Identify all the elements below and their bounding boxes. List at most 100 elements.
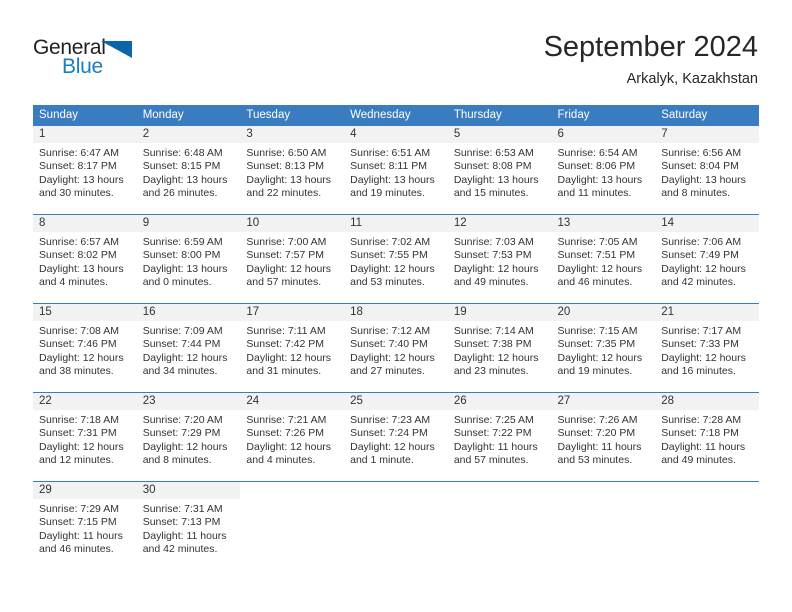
day-cell[interactable]: 8 Sunrise: 6:57 AM Sunset: 8:02 PM Daylight… — [33, 215, 137, 303]
sunrise-text: Sunrise: 6:47 AM — [39, 147, 119, 159]
day-cell[interactable]: 11 Sunrise: 7:02 AM Sunset: 7:55 PM Dayligh… — [344, 215, 448, 303]
sunset-text: Sunset: 7:57 PM — [246, 249, 325, 262]
sunset-text: Sunset: 7:40 PM — [350, 338, 428, 351]
day-cell[interactable]: 26 Sunrise: 7:25 AM Sunset: 7:22 PM Dayligh… — [447, 393, 552, 481]
day-number: 26 — [447, 393, 552, 410]
day-cell[interactable]: 25 Sunrise: 7:23 AM Sunset: 7:24 PM Dayligh… — [344, 393, 448, 481]
day-cell-empty — [655, 482, 759, 570]
day-cell[interactable]: 28 Sunrise: 7:28 AM Sunset: 7:18 PM Dayligh… — [655, 393, 759, 481]
daylight-text-line1: Daylight: 12 hours — [661, 262, 746, 275]
day-details: Sunrise: 6:59 AM Sunset: 8:00 PM Daylight:… — [137, 232, 241, 289]
day-cell[interactable]: 22 Sunrise: 7:18 AM Sunset: 7:31 PM Dayligh… — [33, 393, 137, 481]
day-details: Sunrise: 7:26 AM Sunset: 7:20 PM Daylight:… — [552, 410, 656, 467]
calendar-page: General Blue September 2024 Arkalyk, Kaz… — [0, 0, 792, 612]
day-number: 21 — [655, 304, 759, 321]
day-cell[interactable]: 12 Sunrise: 7:03 AM Sunset: 7:53 PM Dayligh… — [447, 215, 552, 303]
daylight-text-line1: Daylight: 12 hours — [453, 351, 539, 364]
daylight-text-line2: and 26 minutes. — [142, 186, 218, 199]
day-cell[interactable]: 18 Sunrise: 7:12 AM Sunset: 7:40 PM Dayligh… — [344, 304, 448, 392]
daylight-text-line2: and 49 minutes. — [661, 453, 736, 466]
sunset-text: Sunset: 7:15 PM — [39, 516, 117, 529]
daylight-text-line2: and 4 minutes. — [39, 275, 108, 288]
day-cell[interactable]: 23 Sunrise: 7:20 AM Sunset: 7:29 PM Dayligh… — [136, 393, 241, 481]
sunrise-text: Sunrise: 7:06 AM — [661, 236, 742, 248]
daylight-text-line1: Daylight: 13 hours — [661, 173, 746, 186]
sunset-text: Sunset: 7:46 PM — [39, 338, 117, 351]
sunrise-text: Sunrise: 6:53 AM — [453, 147, 534, 159]
sunset-text: Sunset: 8:04 PM — [661, 160, 739, 173]
day-cell[interactable]: 20 Sunrise: 7:15 AM Sunset: 7:35 PM Dayligh… — [551, 304, 656, 392]
day-cell[interactable]: 15 Sunrise: 7:08 AM Sunset: 7:46 PM Dayligh… — [33, 304, 137, 392]
day-cell[interactable]: 13 Sunrise: 7:05 AM Sunset: 7:51 PM Dayligh… — [551, 215, 656, 303]
daylight-text-line2: and 8 minutes. — [661, 186, 731, 199]
day-number: 30 — [136, 482, 241, 499]
daylight-text-line2: and 12 minutes. — [39, 453, 114, 466]
daylight-text-line2: and 16 minutes. — [661, 364, 736, 377]
day-details: Sunrise: 7:00 AM Sunset: 7:57 PM Daylight:… — [240, 232, 344, 289]
day-cell[interactable]: 10 Sunrise: 7:00 AM Sunset: 7:57 PM Dayligh… — [240, 215, 345, 303]
day-cell[interactable]: 21 Sunrise: 7:17 AM Sunset: 7:33 PM Dayligh… — [655, 304, 759, 392]
day-number: 13 — [551, 215, 656, 232]
daylight-text-line1: Daylight: 13 hours — [350, 173, 435, 186]
day-cell[interactable]: 27 Sunrise: 7:26 AM Sunset: 7:20 PM Dayligh… — [551, 393, 656, 481]
day-details: Sunrise: 7:06 AM Sunset: 7:49 PM Daylight:… — [655, 232, 759, 289]
day-cell[interactable]: 6 Sunrise: 6:54 AM Sunset: 8:06 PM Daylight… — [551, 126, 656, 214]
day-cell[interactable]: 16 Sunrise: 7:09 AM Sunset: 7:44 PM Dayligh… — [136, 304, 241, 392]
day-cell[interactable]: 4 Sunrise: 6:51 AM Sunset: 8:11 PM Daylight… — [344, 126, 448, 214]
calendar-cell: 3 Sunrise: 6:50 AM Sunset: 8:13 PM Daylight… — [240, 126, 345, 215]
sunrise-text: Sunrise: 6:56 AM — [661, 147, 742, 159]
sunset-text: Sunset: 7:51 PM — [557, 249, 636, 262]
day-number: 18 — [344, 304, 448, 321]
daylight-text-line1: Daylight: 12 hours — [246, 351, 332, 364]
day-details: Sunrise: 7:14 AM Sunset: 7:38 PM Daylight:… — [448, 321, 552, 378]
day-cell[interactable]: 2 Sunrise: 6:48 AM Sunset: 8:15 PM Daylight… — [136, 126, 241, 214]
daylight-text-line2: and 42 minutes. — [661, 275, 736, 288]
logo-text-blue: Blue — [62, 55, 103, 78]
day-cell[interactable]: 17 Sunrise: 7:11 AM Sunset: 7:42 PM Dayligh… — [240, 304, 345, 392]
day-details: Sunrise: 7:02 AM Sunset: 7:55 PM Daylight:… — [344, 232, 448, 289]
daylight-text-line1: Daylight: 13 hours — [39, 173, 124, 186]
day-number: 3 — [240, 126, 345, 143]
daylight-text-line2: and 19 minutes. — [350, 186, 425, 199]
daylight-text-line2: and 57 minutes. — [453, 453, 529, 466]
calendar-cell: 30 Sunrise: 7:31 AM Sunset: 7:13 PM Dayligh… — [136, 481, 241, 570]
sunrise-text: Sunrise: 6:59 AM — [142, 236, 223, 248]
day-cell[interactable]: 30 Sunrise: 7:31 AM Sunset: 7:13 PM Dayligh… — [136, 482, 241, 570]
sunset-text: Sunset: 7:13 PM — [142, 516, 221, 529]
day-cell[interactable]: 9 Sunrise: 6:59 AM Sunset: 8:00 PM Daylight… — [136, 215, 241, 303]
sunrise-text: Sunrise: 6:51 AM — [350, 147, 431, 159]
daylight-text-line1: Daylight: 12 hours — [142, 351, 228, 364]
day-details: Sunrise: 7:21 AM Sunset: 7:26 PM Daylight:… — [240, 410, 344, 467]
sunrise-text: Sunrise: 7:09 AM — [142, 325, 223, 337]
day-cell[interactable]: 14 Sunrise: 7:06 AM Sunset: 7:49 PM Dayligh… — [655, 215, 759, 303]
calendar-cell: 27 Sunrise: 7:26 AM Sunset: 7:20 PM Dayligh… — [551, 392, 656, 482]
day-cell[interactable]: 5 Sunrise: 6:53 AM Sunset: 8:08 PM Daylight… — [447, 126, 552, 214]
day-details: Sunrise: 7:12 AM Sunset: 7:40 PM Daylight:… — [344, 321, 448, 378]
day-details: Sunrise: 7:29 AM Sunset: 7:15 PM Daylight:… — [33, 499, 137, 556]
sunrise-text: Sunrise: 7:00 AM — [246, 236, 327, 248]
day-number: 7 — [655, 126, 759, 143]
weekday-header-sunday: Sunday — [33, 105, 137, 126]
day-cell[interactable]: 24 Sunrise: 7:21 AM Sunset: 7:26 PM Dayligh… — [240, 393, 345, 481]
sunset-text: Sunset: 8:06 PM — [557, 160, 636, 173]
day-details: Sunrise: 7:20 AM Sunset: 7:29 PM Daylight:… — [137, 410, 241, 467]
sunset-text: Sunset: 7:35 PM — [557, 338, 636, 351]
day-details: Sunrise: 6:51 AM Sunset: 8:11 PM Daylight:… — [344, 143, 448, 200]
day-details: Sunrise: 7:03 AM Sunset: 7:53 PM Daylight:… — [448, 232, 552, 289]
day-number: 22 — [33, 393, 137, 410]
day-details: Sunrise: 6:48 AM Sunset: 8:15 PM Daylight:… — [137, 143, 241, 200]
day-cell[interactable]: 1 Sunrise: 6:47 AM Sunset: 8:17 PM Daylight… — [33, 126, 137, 214]
sunrise-text: Sunrise: 6:48 AM — [142, 147, 223, 159]
daylight-text-line1: Daylight: 11 hours — [453, 440, 538, 453]
weekday-header-tuesday: Tuesday — [240, 105, 345, 126]
day-number — [655, 482, 759, 499]
day-cell[interactable]: 19 Sunrise: 7:14 AM Sunset: 7:38 PM Dayligh… — [447, 304, 552, 392]
daylight-text-line1: Daylight: 12 hours — [246, 440, 332, 453]
day-cell[interactable]: 3 Sunrise: 6:50 AM Sunset: 8:13 PM Daylight… — [240, 126, 345, 214]
sunset-text: Sunset: 7:42 PM — [246, 338, 325, 351]
day-cell[interactable]: 29 Sunrise: 7:29 AM Sunset: 7:15 PM Dayligh… — [33, 482, 137, 570]
day-cell[interactable]: 7 Sunrise: 6:56 AM Sunset: 8:04 PM Daylight… — [655, 126, 759, 214]
day-details: Sunrise: 7:05 AM Sunset: 7:51 PM Daylight:… — [552, 232, 656, 289]
sunset-text: Sunset: 8:00 PM — [142, 249, 221, 262]
day-number: 15 — [33, 304, 137, 321]
